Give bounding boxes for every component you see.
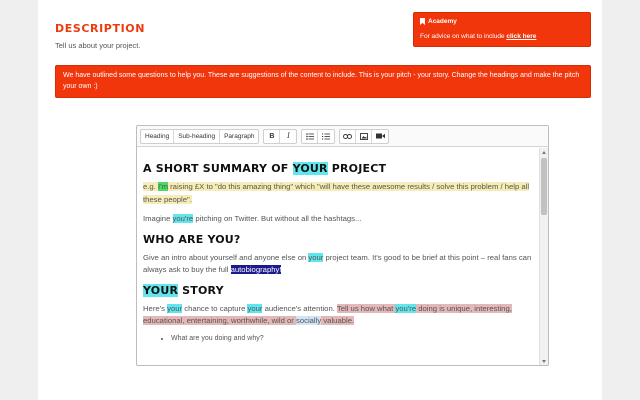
scroll-down-icon[interactable] [542, 360, 546, 363]
heading-summary: A short summary of your project [143, 162, 387, 175]
paragraph-story: Here's your chance to capture your audie… [143, 303, 512, 325]
academy-text: For advice on what to include [420, 33, 507, 40]
list-item: What are you doing and why? [171, 333, 534, 346]
numbered-list-icon[interactable] [318, 130, 334, 143]
main-panel: Description Tell us about your project. … [38, 0, 602, 400]
academy-link[interactable]: click here [506, 33, 536, 40]
academy-box: Academy For advice on what to include cl… [413, 12, 591, 47]
video-icon[interactable] [372, 130, 388, 143]
style-group: B I [263, 128, 298, 144]
bullet-list: What are you doing and why? [171, 333, 534, 346]
rich-text-editor[interactable]: Heading Sub-heading Paragraph B I A SHOR… [136, 125, 549, 366]
bullet-list-icon[interactable] [302, 129, 319, 143]
academy-title: Academy [428, 18, 457, 25]
bold-button[interactable]: B [264, 129, 281, 143]
link-icon[interactable] [340, 129, 357, 143]
paragraph-intro: Give an intro about yourself and anyone … [143, 252, 532, 274]
scroll-thumb[interactable] [541, 158, 547, 215]
image-icon[interactable] [356, 129, 373, 143]
subheading-button[interactable]: Sub-heading [174, 129, 221, 143]
list-group [301, 128, 336, 144]
heading-your-story: Your story [143, 283, 224, 297]
paragraph-twitter: Imagine you're pitching on Twitter. But … [143, 214, 362, 223]
editor-toolbar: Heading Sub-heading Paragraph B I [137, 126, 548, 147]
scroll-up-icon[interactable] [542, 151, 546, 154]
heading-button[interactable]: Heading [141, 129, 175, 143]
editor-content[interactable]: A short summary of your project e.g. I'm… [137, 148, 540, 365]
bookmark-icon [420, 18, 425, 25]
heading-who-are-you: Who are you? [143, 232, 241, 246]
notice-banner: We have outlined some questions to help … [55, 65, 591, 98]
paragraph-button[interactable]: Paragraph [220, 130, 258, 143]
insert-group [339, 128, 390, 144]
description-subtitle: Tell us about your project. [55, 41, 141, 50]
italic-button[interactable]: I [280, 130, 296, 143]
editor-scrollbar[interactable] [539, 148, 548, 365]
description-title: Description [55, 22, 146, 35]
format-group: Heading Sub-heading Paragraph [140, 128, 260, 144]
paragraph-summary-example: e.g. I'm raising £X to "do this amazing … [143, 182, 530, 204]
